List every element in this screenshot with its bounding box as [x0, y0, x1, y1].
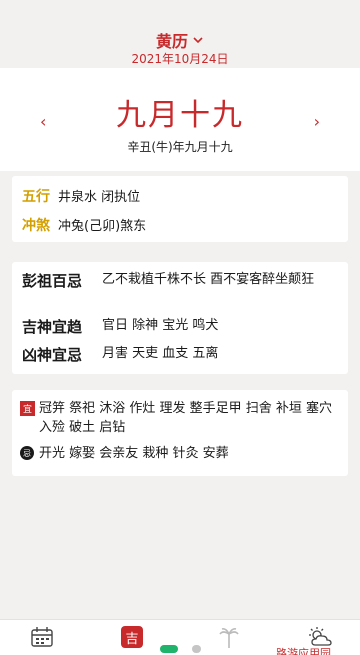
yi-badge: 宜	[20, 401, 35, 416]
yi-row: 宜 冠笄 祭祀 沐浴 作灶 理发 整手足甲 扫舍 补垣 塞穴 入殓 破土 启钻	[20, 399, 342, 437]
yi-value: 冠笄 祭祀 沐浴 作灶 理发 整手足甲 扫舍 补垣 塞穴 入殓 破土 启钻	[39, 401, 333, 435]
lunar-date-sub: 辛丑(牛)年九月十九	[127, 140, 233, 154]
xiongshen-value: 月害 天吏 血支 五离	[102, 346, 219, 361]
header-date[interactable]: 2021年10月24日	[0, 50, 360, 67]
header-title: 黄历	[155, 32, 188, 51]
chevron-down-icon	[193, 37, 203, 44]
yiji-card: 宜 冠笄 祭祀 沐浴 作灶 理发 整手足甲 扫舍 补垣 塞穴 入殓 破土 启钻 …	[12, 390, 348, 476]
xiongshen-label: 凶神宜忌	[22, 346, 83, 364]
pengzu-label: 彭祖百忌	[22, 272, 83, 290]
palm-icon[interactable]	[218, 626, 240, 650]
xiongshen-row: 凶神宜忌 月害 天吏 血支 五离	[22, 344, 340, 365]
lunar-date-main: 九月十九	[116, 98, 244, 133]
ji-tab[interactable]: 吉	[121, 626, 143, 648]
chongsha-value: 冲兔(己卯)煞东	[58, 219, 147, 234]
ji-badge: 忌	[20, 446, 34, 460]
ji-value: 开光 嫁娶 会亲友 栽种 针灸 安葬	[39, 446, 229, 461]
calendar-icon[interactable]	[30, 626, 54, 648]
wuxing-label: 五行	[22, 189, 50, 205]
shensha-card: 彭祖百忌 乙不栽植千株不长 酉不宴客醉坐颠狂 吉神宜趋 官日 除神 宝光 鸣犬 …	[12, 262, 348, 374]
ji-row: 忌 开光 嫁娶 会亲友 栽种 针灸 安葬	[20, 444, 342, 463]
chongsha-label: 冲煞	[22, 218, 50, 234]
page-indicator-idle	[192, 645, 201, 653]
jishen-label: 吉神宜趋	[22, 318, 83, 336]
wuxing-row: 五行 井泉水 闭执位	[22, 186, 340, 206]
watermark: 路游应用园	[276, 647, 331, 655]
wuxing-value: 井泉水 闭执位	[58, 190, 141, 205]
pengzu-value: 乙不栽植千株不长 酉不宴客醉坐颠狂	[102, 272, 315, 287]
calendar-type-selector[interactable]: 黄历	[0, 28, 360, 52]
header: 黄历 2021年10月24日	[0, 0, 360, 68]
next-day-button[interactable]: ›	[314, 112, 320, 131]
pengzu-row: 彭祖百忌 乙不栽植千株不长 酉不宴客醉坐颠狂	[22, 270, 340, 291]
page-indicator-active	[160, 645, 178, 653]
wuxing-card: 五行 井泉水 闭执位 冲煞 冲兔(己卯)煞东	[12, 176, 348, 242]
lunar-date-card: ‹ 九月十九 › 辛丑(牛)年九月十九	[0, 68, 360, 171]
chongsha-row: 冲煞 冲兔(己卯)煞东	[22, 215, 340, 235]
jishen-value: 官日 除神 宝光 鸣犬	[102, 318, 219, 333]
jishen-row: 吉神宜趋 官日 除神 宝光 鸣犬	[22, 316, 340, 337]
